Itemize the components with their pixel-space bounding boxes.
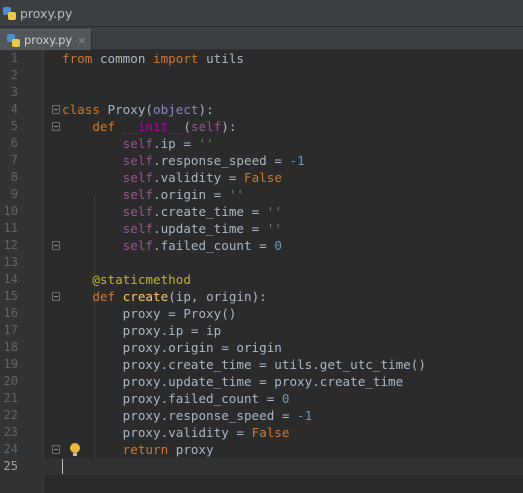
line-number: 7 (10, 153, 18, 167)
line-number: 10 (3, 204, 18, 218)
code-line[interactable]: 21 proxy.failed_count = 0 (0, 390, 523, 407)
code-text: self.origin = '' (122, 187, 245, 202)
code-text: self.create_time = '' (122, 204, 282, 219)
code-line[interactable]: 11 self.update_time = '' (0, 220, 523, 237)
code-text: @staticmethod (92, 272, 191, 287)
line-number: 18 (3, 340, 18, 354)
line-number: 1 (10, 51, 18, 65)
fold-marker-icon[interactable] (52, 122, 60, 131)
fold-marker-icon[interactable] (52, 445, 60, 454)
code-line[interactable]: 8 self.validity = False (0, 169, 523, 186)
code-line[interactable]: 25 (0, 458, 523, 475)
code-line[interactable]: 4 class Proxy(object): (0, 101, 523, 118)
line-number: 8 (10, 170, 18, 184)
code-text: return proxy (122, 442, 214, 457)
code-text: proxy.update_time = proxy.create_time (62, 374, 404, 389)
fold-marker-icon[interactable] (52, 105, 60, 114)
code-line[interactable]: 14 @staticmethod (0, 271, 523, 288)
navigation-bar: proxy.py (0, 0, 523, 27)
line-number: 11 (3, 221, 18, 235)
line-number: 2 (10, 68, 18, 82)
line-number: 19 (3, 357, 18, 371)
code-text: proxy.failed_count = 0 (62, 391, 290, 406)
code-text: self.validity = False (122, 170, 282, 185)
line-number: 20 (3, 374, 18, 388)
code-text: proxy.response_speed = -1 (62, 408, 313, 423)
python-file-icon (3, 6, 16, 20)
code-text: self.response_speed = -1 (122, 153, 305, 168)
code-line[interactable]: 17 proxy.ip = ip (0, 322, 523, 339)
text-caret (62, 459, 63, 474)
code-line[interactable]: 1 from common import utils (0, 50, 523, 67)
code-line[interactable]: 9 self.origin = '' (0, 186, 523, 203)
line-number: 14 (3, 272, 18, 286)
nav-file-name[interactable]: proxy.py (20, 6, 72, 21)
code-line[interactable]: 6 self.ip = '' (0, 135, 523, 152)
code-line[interactable]: 18 proxy.origin = origin (0, 339, 523, 356)
tab-label: proxy.py (24, 33, 73, 47)
code-line[interactable]: 23 proxy.validity = False (0, 424, 523, 441)
code-text: from common import utils (62, 51, 245, 66)
code-line[interactable]: 19 proxy.create_time = utils.get_utc_tim… (0, 356, 523, 373)
code-line[interactable]: 24 return proxy (0, 441, 523, 458)
code-text: def __init__(self): (92, 119, 237, 134)
line-number: 17 (3, 323, 18, 337)
code-line[interactable]: 15 def create(ip, origin): (0, 288, 523, 305)
line-number: 23 (3, 425, 18, 439)
code-line[interactable]: 13 (0, 254, 523, 271)
close-icon[interactable]: × (77, 34, 86, 47)
ide-window: proxy.py proxy.py × 1 from common import … (0, 0, 523, 493)
code-line[interactable]: 22 proxy.response_speed = -1 (0, 407, 523, 424)
code-line[interactable]: 3 (0, 84, 523, 101)
fold-marker-icon[interactable] (52, 292, 60, 301)
code-line[interactable]: 5 def __init__(self): (0, 118, 523, 135)
line-number: 13 (3, 255, 18, 269)
code-text: proxy.create_time = utils.get_utc_time() (62, 357, 426, 372)
line-number: 16 (3, 306, 18, 320)
python-file-icon (7, 33, 20, 47)
line-number: 5 (10, 119, 18, 133)
code-text: class Proxy(object): (62, 102, 214, 117)
code-editor[interactable]: 1 from common import utils 2 3 4 class Proxy(… (0, 50, 523, 493)
line-number: 6 (10, 136, 18, 150)
line-number: 21 (3, 391, 18, 405)
line-number: 3 (10, 85, 18, 99)
code-line[interactable]: 20 proxy.update_time = proxy.create_time (0, 373, 523, 390)
line-number: 4 (10, 102, 18, 116)
code-line[interactable]: 12 self.failed_count = 0 (0, 237, 523, 254)
code-line[interactable]: 2 (0, 67, 523, 84)
editor-tab-strip: proxy.py × (0, 27, 523, 50)
line-number: 12 (3, 238, 18, 252)
code-text: proxy.ip = ip (62, 323, 222, 338)
line-number: 22 (3, 408, 18, 422)
code-text: self.update_time = '' (122, 221, 282, 236)
code-text: proxy = Proxy() (62, 306, 237, 321)
line-number: 24 (3, 442, 18, 456)
code-text: self.failed_count = 0 (122, 238, 282, 253)
fold-marker-icon[interactable] (52, 241, 60, 250)
code-line[interactable]: 10 self.create_time = '' (0, 203, 523, 220)
line-number: 25 (3, 459, 18, 473)
code-text: self.ip = '' (122, 136, 214, 151)
line-number: 9 (10, 187, 18, 201)
code-text: def create(ip, origin): (92, 289, 267, 304)
code-text: proxy.origin = origin (62, 340, 282, 355)
code-text: proxy.validity = False (62, 425, 290, 440)
line-number: 15 (3, 289, 18, 303)
code-line[interactable]: 16 proxy = Proxy() (0, 305, 523, 322)
tab-proxy-py[interactable]: proxy.py × (0, 29, 92, 50)
code-line[interactable]: 7 self.response_speed = -1 (0, 152, 523, 169)
